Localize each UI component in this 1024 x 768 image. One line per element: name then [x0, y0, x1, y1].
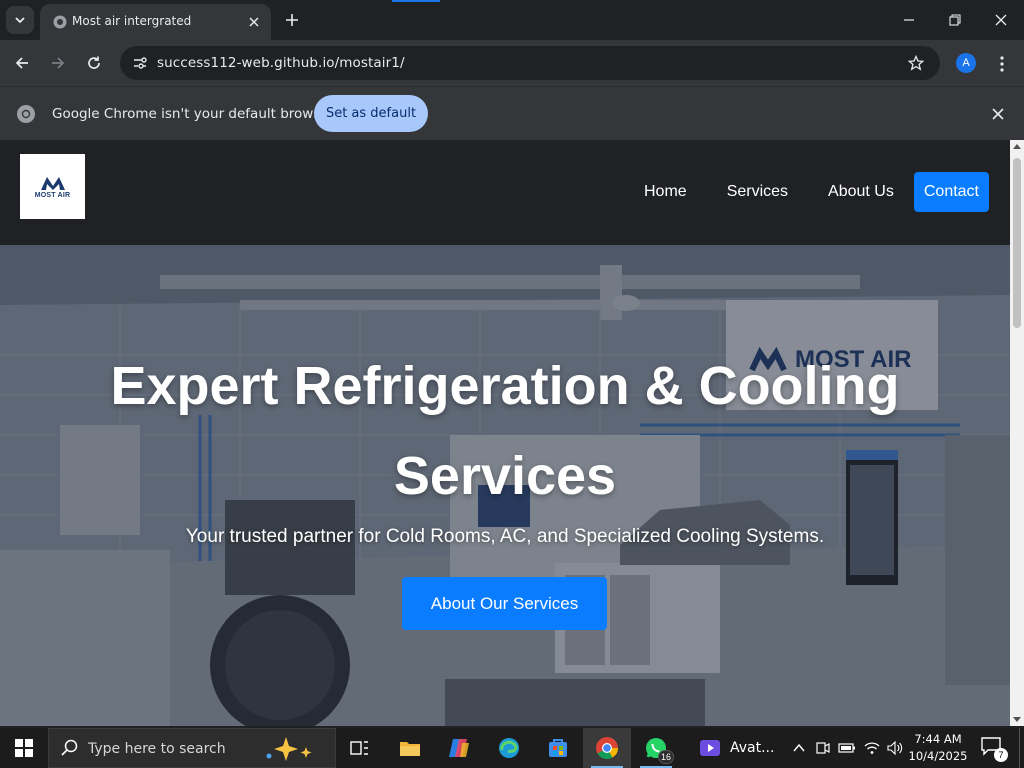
- forward-button[interactable]: [44, 49, 72, 77]
- taskbar-clock[interactable]: 7:44 AM 10/4/2025: [905, 731, 971, 765]
- tab-search-button[interactable]: [6, 6, 34, 34]
- tab-strip: Most air intergrated: [0, 0, 1024, 40]
- microsoft-store-button[interactable]: [534, 728, 582, 768]
- file-explorer-button[interactable]: [386, 728, 434, 768]
- tab-close-icon[interactable]: [245, 13, 263, 31]
- search-icon: [61, 739, 78, 756]
- taskbar-search-placeholder[interactable]: Type here to search: [88, 741, 226, 757]
- taskbar-search-box[interactable]: Type here to search: [48, 728, 336, 768]
- clock-time: 7:44 AM: [914, 732, 962, 746]
- whatsapp-badge: 16: [658, 750, 674, 764]
- chrome-icon: [596, 737, 618, 759]
- show-desktop-button[interactable]: [1019, 728, 1024, 768]
- bookmark-star-icon[interactable]: [906, 53, 926, 73]
- battery-icon[interactable]: [836, 728, 858, 768]
- plus-icon: [286, 14, 298, 26]
- set-as-default-button[interactable]: Set as default: [314, 95, 428, 132]
- wifi-icon[interactable]: [861, 728, 883, 768]
- chrome-menu-button[interactable]: [990, 52, 1014, 76]
- task-view-icon: [350, 741, 368, 755]
- arrow-right-icon: [52, 57, 65, 69]
- notification-center-button[interactable]: 7: [980, 736, 1008, 762]
- chevron-down-icon: [15, 17, 25, 24]
- profile-avatar[interactable]: A: [956, 53, 976, 73]
- show-hidden-icons-button[interactable]: [788, 728, 810, 768]
- scroll-down-icon[interactable]: [1013, 717, 1021, 722]
- tab-title: Most air intergrated: [72, 14, 192, 28]
- about-our-services-button[interactable]: About Our Services: [402, 577, 607, 630]
- hero-title-line-2: Services: [393, 446, 617, 506]
- clock-date: 10/4/2025: [908, 749, 968, 763]
- hero-subtitle: Your trusted partner for Cold Rooms, AC,…: [185, 526, 825, 547]
- avat-label: Avat...: [730, 740, 775, 756]
- default-browser-infobar: Google Chrome isn't your default browser…: [0, 86, 1024, 140]
- site-info-icon[interactable]: [128, 51, 152, 75]
- nav-services[interactable]: Services: [707, 172, 808, 212]
- scrollbar-thumb[interactable]: [1013, 158, 1021, 328]
- minimize-icon: [904, 19, 914, 21]
- chevron-up-icon: [793, 743, 805, 752]
- sparkle-icon: [266, 737, 312, 761]
- address-bar[interactable]: success112-web.github.io/mostair1/: [120, 46, 940, 80]
- minimize-button[interactable]: [886, 0, 932, 40]
- close-window-button[interactable]: [978, 0, 1024, 40]
- site-header: MOST AIR Home Services About Us Contact: [0, 140, 1010, 245]
- volume-icon[interactable]: [884, 728, 906, 768]
- more-vertical-icon: [1000, 56, 1004, 72]
- windows-taskbar: Type here to search 16 Avat... 7:44 AM 1…: [0, 728, 1024, 768]
- url-text[interactable]: success112-web.github.io/mostair1/: [157, 55, 405, 71]
- hero-title: Expert Refrigeration & Cooling Services: [0, 341, 1010, 521]
- start-button[interactable]: [0, 728, 48, 768]
- edge-browser-button[interactable]: [485, 728, 533, 768]
- windows-logo-icon: [15, 739, 33, 757]
- task-view-button[interactable]: [336, 728, 384, 768]
- copilot-app-button[interactable]: [435, 728, 483, 768]
- restore-icon: [949, 14, 961, 26]
- browser-toolbar: success112-web.github.io/mostair1/: [0, 40, 1024, 86]
- tab-indicator: [392, 0, 440, 2]
- nav-about-us[interactable]: About Us: [808, 172, 914, 212]
- reload-icon: [88, 56, 100, 69]
- scroll-up-icon[interactable]: [1013, 144, 1021, 149]
- store-icon: [549, 739, 567, 757]
- most-air-logo-icon: [40, 176, 65, 190]
- page-scrollbar[interactable]: [1010, 140, 1024, 726]
- infobar-message: Google Chrome isn't your default browser: [52, 106, 335, 122]
- copilot-icon: [449, 739, 469, 757]
- folder-icon: [400, 742, 420, 756]
- avat-taskbar-button[interactable]: Avat...: [689, 728, 779, 768]
- page-viewport: MOST AIR Home Services About Us Contact: [0, 140, 1010, 726]
- video-app-icon: [700, 740, 720, 756]
- hero-section: MOST AIR Expert Refrigeration & Cooling …: [0, 245, 1010, 726]
- meet-now-icon[interactable]: [812, 728, 834, 768]
- globe-icon: [53, 15, 67, 29]
- site-logo[interactable]: MOST AIR: [20, 154, 85, 219]
- new-tab-button[interactable]: [281, 9, 303, 31]
- main-nav: Home Services About Us Contact: [624, 172, 989, 212]
- browser-tab[interactable]: Most air intergrated: [40, 4, 271, 40]
- restore-button[interactable]: [932, 0, 978, 40]
- infobar-close-icon[interactable]: [988, 104, 1008, 124]
- reload-button[interactable]: [80, 49, 108, 77]
- chrome-taskbar-button[interactable]: [583, 728, 631, 768]
- close-icon: [995, 14, 1007, 26]
- nav-contact-button[interactable]: Contact: [913, 172, 989, 212]
- whatsapp-taskbar-button[interactable]: 16: [632, 728, 680, 768]
- logo-wordmark: MOST AIR: [34, 191, 71, 199]
- back-button[interactable]: [8, 49, 36, 77]
- hero-title-line-1: Expert Refrigeration & Cooling: [110, 356, 900, 416]
- chrome-logo-icon: [17, 105, 35, 123]
- edge-icon: [499, 738, 519, 758]
- nav-home[interactable]: Home: [624, 172, 707, 212]
- arrow-left-icon: [15, 57, 28, 69]
- notification-count-badge: 7: [994, 748, 1008, 762]
